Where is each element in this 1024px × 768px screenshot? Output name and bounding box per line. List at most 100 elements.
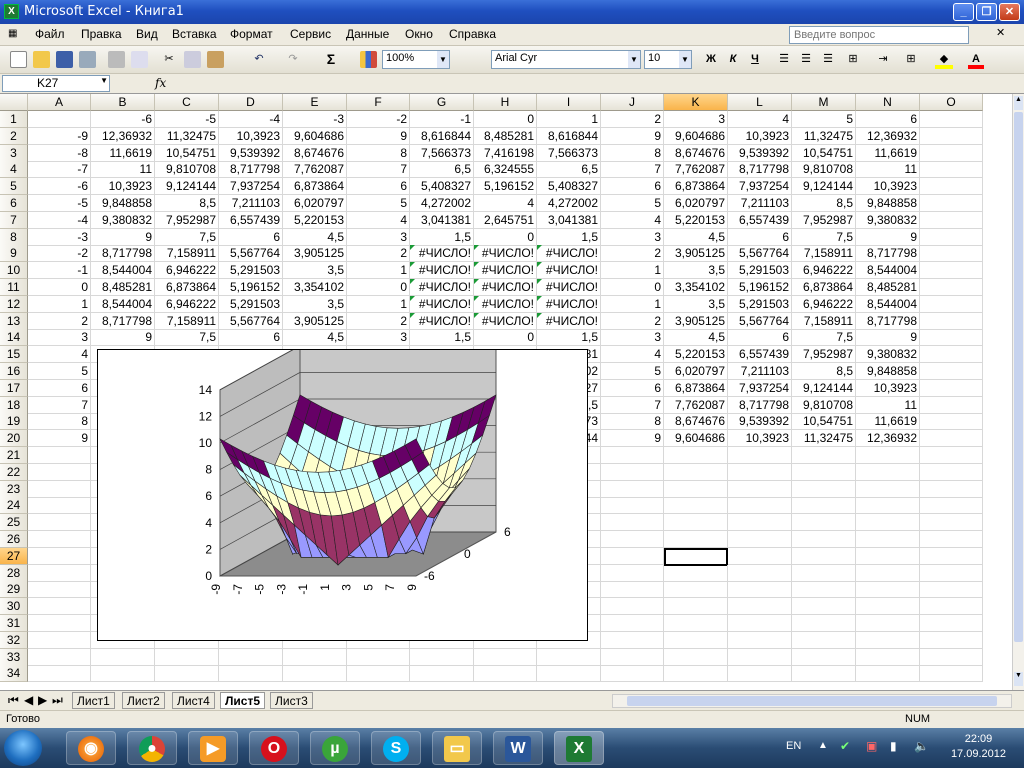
cell[interactable] — [28, 581, 91, 599]
cell[interactable]: 4 — [28, 346, 91, 364]
font-color-icon[interactable]: A — [968, 50, 984, 69]
cell[interactable]: 1 — [601, 262, 664, 280]
cell[interactable] — [920, 463, 983, 481]
cell[interactable]: 6,5 — [537, 161, 601, 179]
column-header[interactable]: B — [91, 94, 155, 111]
cell[interactable]: 3 — [28, 329, 91, 347]
cell[interactable]: 6 — [601, 178, 664, 196]
cell[interactable] — [920, 111, 983, 128]
row-header[interactable]: 19 — [0, 413, 28, 431]
cell[interactable]: 10,3923 — [91, 178, 155, 196]
align-right-icon[interactable]: ☰ — [820, 50, 836, 69]
excel-taskbar-icon[interactable]: X — [554, 731, 604, 765]
cell[interactable]: 7,762087 — [283, 161, 347, 179]
cell[interactable] — [601, 514, 664, 532]
cell[interactable] — [91, 648, 155, 666]
cell[interactable] — [920, 228, 983, 246]
cell[interactable]: 6,946222 — [792, 262, 856, 280]
row-header[interactable]: 3 — [0, 144, 28, 162]
cell[interactable]: 0 — [474, 329, 537, 347]
print-icon[interactable] — [108, 51, 125, 68]
row-header[interactable]: 11 — [0, 279, 28, 296]
column-header[interactable]: J — [601, 94, 664, 111]
chrome-icon[interactable]: ● — [127, 731, 177, 765]
cell[interactable]: 2 — [601, 111, 664, 128]
cell[interactable]: 8,717798 — [219, 161, 283, 179]
cell[interactable]: 8,717798 — [728, 161, 792, 179]
cell[interactable]: 8,544004 — [856, 262, 920, 280]
cell[interactable] — [474, 648, 537, 666]
bold-button[interactable]: Ж — [703, 50, 719, 69]
help-search-input[interactable] — [789, 26, 969, 44]
column-header[interactable]: N — [856, 94, 920, 111]
cell[interactable] — [601, 631, 664, 649]
cell[interactable]: 0 — [28, 279, 91, 296]
borders-icon[interactable]: ⊞ — [903, 50, 919, 69]
align-left-icon[interactable]: ☰ — [776, 50, 792, 69]
cell[interactable]: 9,848858 — [91, 195, 155, 212]
cell[interactable]: 9,380832 — [856, 346, 920, 364]
cell[interactable] — [728, 447, 792, 464]
cell[interactable] — [664, 447, 728, 464]
cell[interactable] — [920, 144, 983, 162]
cell[interactable] — [920, 514, 983, 532]
cell[interactable]: 10,3923 — [728, 430, 792, 448]
cell[interactable]: 3,041381 — [410, 211, 474, 229]
cell[interactable] — [28, 547, 91, 565]
cell[interactable]: 0 — [601, 279, 664, 296]
cell[interactable]: 9,539392 — [728, 144, 792, 162]
cell[interactable]: 7,566373 — [410, 144, 474, 162]
cell[interactable]: 8,485281 — [856, 279, 920, 296]
row-header[interactable]: 1 — [0, 111, 28, 128]
cell[interactable] — [920, 564, 983, 582]
menu-file[interactable]: Файл — [35, 27, 65, 41]
redo-icon[interactable]: ↷ — [284, 50, 302, 69]
cell[interactable] — [920, 262, 983, 280]
cell[interactable]: 5,567764 — [728, 245, 792, 263]
cell[interactable] — [28, 564, 91, 582]
cell[interactable] — [856, 564, 920, 582]
cell[interactable]: 7,416198 — [474, 144, 537, 162]
cell[interactable]: 7 — [601, 161, 664, 179]
cell[interactable]: 6,946222 — [155, 295, 219, 313]
cell[interactable]: 2 — [601, 245, 664, 263]
cell[interactable]: 3,905125 — [664, 245, 728, 263]
cell[interactable]: -5 — [28, 195, 91, 212]
cell[interactable]: 9,604686 — [283, 127, 347, 145]
cell[interactable]: 6,557439 — [728, 346, 792, 364]
cell[interactable] — [219, 648, 283, 666]
column-header[interactable]: H — [474, 94, 537, 111]
cell[interactable]: 8,717798 — [856, 312, 920, 330]
maximize-button[interactable]: ❐ — [976, 3, 997, 21]
column-header[interactable]: A — [28, 94, 91, 111]
cell[interactable]: #ЧИСЛО! — [410, 279, 474, 296]
cell[interactable]: 12,36932 — [856, 127, 920, 145]
row-header[interactable]: 7 — [0, 211, 28, 229]
cell[interactable]: 6,946222 — [155, 262, 219, 280]
cell[interactable]: 7,158911 — [792, 245, 856, 263]
cell[interactable] — [219, 665, 283, 683]
cell[interactable]: 8,717798 — [728, 396, 792, 414]
cell[interactable] — [920, 245, 983, 263]
cell[interactable]: 8,5 — [155, 195, 219, 212]
cell[interactable] — [664, 514, 728, 532]
cell[interactable]: 6,020797 — [664, 363, 728, 380]
cell[interactable]: 11,32475 — [792, 430, 856, 448]
cell[interactable]: 8,717798 — [91, 245, 155, 263]
autosum-icon[interactable]: Σ — [322, 50, 340, 69]
cell[interactable]: 3,354102 — [283, 279, 347, 296]
cell[interactable]: 6,873864 — [792, 279, 856, 296]
cell[interactable] — [856, 514, 920, 532]
cell[interactable] — [920, 581, 983, 599]
cell[interactable]: 12,36932 — [856, 430, 920, 448]
column-header[interactable]: G — [410, 94, 474, 111]
cell[interactable]: 11,6619 — [856, 144, 920, 162]
cell[interactable]: 6,324555 — [474, 161, 537, 179]
cell[interactable] — [920, 598, 983, 616]
cell[interactable] — [856, 447, 920, 464]
cell[interactable] — [601, 463, 664, 481]
cell[interactable]: 6 — [28, 379, 91, 397]
row-header[interactable]: 31 — [0, 615, 28, 632]
cell[interactable] — [856, 547, 920, 565]
cell[interactable] — [728, 547, 792, 565]
